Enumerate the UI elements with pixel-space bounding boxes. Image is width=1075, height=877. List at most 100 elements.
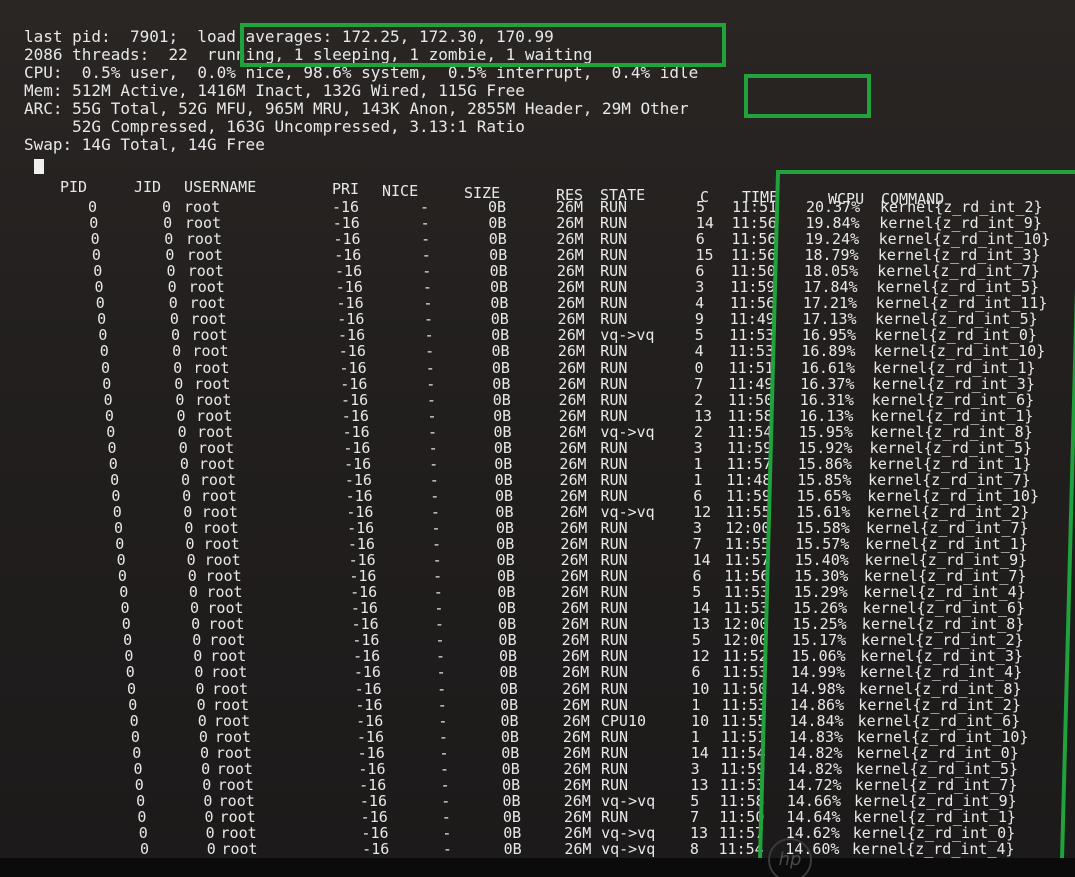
cell-c: 14 xyxy=(690,743,709,762)
cell-time: 11:59 xyxy=(720,759,766,778)
cell-res: 26M xyxy=(557,342,585,361)
cell-pid: 0 xyxy=(107,438,117,457)
cell-c: 5 xyxy=(692,583,702,602)
cell-size: 0B xyxy=(489,246,508,265)
cell-nice: - xyxy=(440,775,450,794)
cell-res: 26M xyxy=(564,840,592,858)
cell-user: root xyxy=(220,823,257,842)
cell-c: 6 xyxy=(692,567,702,586)
cell-user: root xyxy=(191,326,228,345)
cell-state: RUN xyxy=(600,278,628,297)
cell-state: RUN xyxy=(600,535,628,554)
cell-pid: 0 xyxy=(104,406,114,425)
cell-c: 4 xyxy=(694,342,704,361)
cell-pid: 0 xyxy=(111,486,121,505)
cell-time: 11:52 xyxy=(722,647,768,666)
cell-size: 0B xyxy=(493,422,512,441)
cell-c: 3 xyxy=(692,519,702,537)
cell-state: RUN xyxy=(600,486,628,505)
cell-time: 11:54 xyxy=(727,422,773,441)
cell-user: root xyxy=(217,775,254,794)
cell-pid: 0 xyxy=(132,743,142,762)
cell-jid: 0 xyxy=(188,583,198,602)
cell-state: RUN xyxy=(600,583,628,602)
cell-c: 12 xyxy=(693,502,712,521)
cell-user: root xyxy=(186,246,223,265)
cell-pid: 0 xyxy=(115,535,125,554)
cell-pri: -16 xyxy=(357,743,385,762)
cell-nice: - xyxy=(441,807,451,826)
cell-time: 11:48 xyxy=(726,470,772,489)
cell-res: 26M xyxy=(561,647,589,666)
cell-size: 0B xyxy=(489,278,509,297)
cell-user: root xyxy=(202,519,239,537)
cell-nice: - xyxy=(422,262,432,281)
cell-pid: 0 xyxy=(134,775,144,794)
cell-size: 0B xyxy=(500,711,519,730)
cell-c: 3 xyxy=(690,759,700,778)
cell-user: root xyxy=(214,727,252,746)
cell-state: RUN xyxy=(600,454,628,473)
cell-pri: -16 xyxy=(332,198,360,216)
cell-c: 13 xyxy=(689,823,709,842)
cell-nice: - xyxy=(430,502,440,521)
cell-time: 11:51 xyxy=(728,358,774,377)
cell-c: 5 xyxy=(694,326,704,345)
cell-res: 26M xyxy=(557,310,585,329)
cell-pid: 0 xyxy=(119,583,129,602)
cell-pri: -16 xyxy=(344,454,372,473)
cell-size: 0B xyxy=(498,647,517,666)
cell-user: root xyxy=(188,278,225,297)
cell-time: 11:57 xyxy=(726,454,772,473)
cell-jid: 0 xyxy=(162,198,172,216)
cell-user: root xyxy=(215,743,252,762)
cell-res: 26M xyxy=(561,631,589,650)
cell-pid: 0 xyxy=(95,294,105,313)
cell-state: RUN xyxy=(600,358,628,377)
cell-c: 5 xyxy=(696,198,706,216)
cell-res: 26M xyxy=(558,422,587,441)
cell-pri: -16 xyxy=(351,615,379,634)
cell-jid: 0 xyxy=(179,454,189,473)
cell-res: 26M xyxy=(559,438,587,457)
cell-size: 0B xyxy=(497,599,516,618)
cell-jid: 0 xyxy=(165,246,175,265)
cell-time: 11:50 xyxy=(730,262,776,281)
cell-c: 14 xyxy=(692,551,711,570)
cell-jid: 0 xyxy=(175,390,185,409)
cell-state: RUN xyxy=(600,743,629,762)
cell-size: 0B xyxy=(488,230,507,249)
cell-user: root xyxy=(212,679,249,698)
cell-pid: 0 xyxy=(90,230,100,249)
cell-size: 0B xyxy=(502,775,521,794)
cell-time: 11:53 xyxy=(721,695,767,714)
cell-nice: - xyxy=(425,342,435,361)
cell-jid: 0 xyxy=(202,775,212,794)
cell-c: 14 xyxy=(695,214,714,233)
cell-pid: 0 xyxy=(130,727,140,746)
cell-state: RUN xyxy=(600,567,628,586)
cell-time: 11:51 xyxy=(732,198,778,216)
cell-c: 2 xyxy=(694,390,704,409)
cell-jid: 0 xyxy=(187,567,197,586)
cell-user: root xyxy=(221,840,258,858)
cell-pri: -16 xyxy=(356,711,384,730)
cell-pri: -16 xyxy=(356,727,384,746)
cell-res: 26M xyxy=(559,486,587,505)
cell-res: 26M xyxy=(563,743,591,762)
cell-pri: -16 xyxy=(335,278,363,297)
cell-pid: 0 xyxy=(127,679,137,698)
cell-size: 0B xyxy=(492,374,511,393)
cell-user: root xyxy=(203,535,240,554)
cell-pri: -16 xyxy=(361,823,389,842)
cell-res: 26M xyxy=(558,374,586,393)
cell-state: RUN xyxy=(600,230,628,249)
cell-time: 11:57 xyxy=(718,823,765,842)
cell-size: 0B xyxy=(503,840,522,858)
cell-state: RUN xyxy=(600,438,628,457)
cell-size: 0B xyxy=(495,486,514,505)
cell-time: 11:54 xyxy=(720,743,766,762)
cell-res: 26M xyxy=(556,230,584,249)
cell-c: 4 xyxy=(695,294,705,313)
cell-c: 0 xyxy=(694,358,704,377)
